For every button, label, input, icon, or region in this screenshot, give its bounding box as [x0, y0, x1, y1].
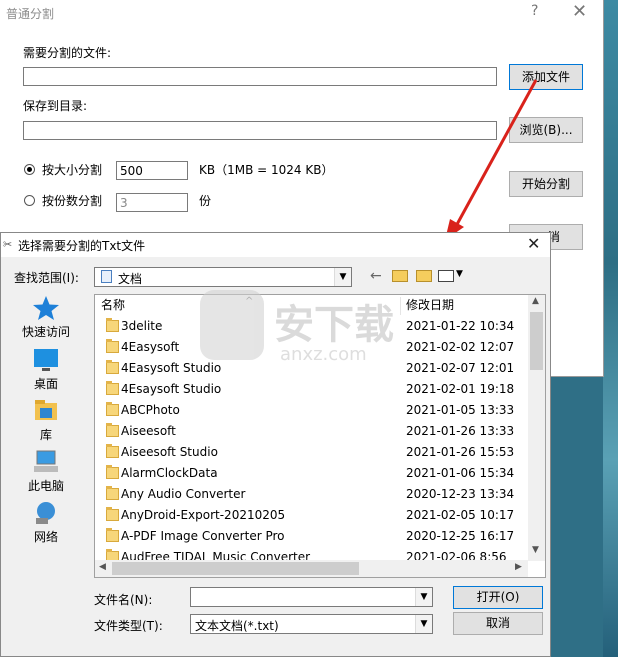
chevron-down-icon: ▼: [334, 268, 351, 286]
quick-access-star-icon: [33, 296, 59, 320]
folder-icon: [106, 423, 119, 437]
vertical-scrollbar[interactable]: ▲ ▼: [528, 295, 545, 561]
filetype-dropdown[interactable]: 文本文档(*.txt) ▼: [190, 614, 433, 634]
place-library[interactable]: 库: [9, 398, 83, 443]
library-icon: [35, 400, 57, 420]
filetype-label: 文件类型(T):: [94, 619, 163, 633]
file-date: 2021-01-06 15:34: [406, 466, 515, 480]
scroll-left-icon[interactable]: ◀: [99, 562, 106, 572]
vertical-scroll-thumb[interactable]: [530, 312, 543, 370]
file-row[interactable]: Aiseesoft Studio 2021-01-26 15:53: [95, 442, 527, 463]
new-folder-icon[interactable]: [416, 270, 432, 282]
place-label: 桌面: [33, 377, 58, 391]
view-menu-icon[interactable]: [438, 270, 454, 282]
folder-icon: [106, 360, 119, 374]
file-date: 2021-01-26 15:53: [406, 445, 515, 459]
scissors-icon: ✂: [3, 238, 13, 251]
horizontal-scroll-thumb[interactable]: [112, 562, 359, 575]
folder-icon: [106, 465, 119, 479]
lookin-label: 查找范围(I):: [14, 271, 79, 285]
file-date: 2021-01-05 13:33: [406, 403, 515, 417]
folder-icon: [106, 507, 119, 521]
place-this-pc[interactable]: 此电脑: [9, 449, 83, 494]
column-header-name[interactable]: 名称: [101, 295, 125, 315]
place-label: 网络: [33, 530, 58, 544]
scroll-down-icon[interactable]: ▼: [532, 545, 539, 555]
lookin-dropdown[interactable]: 文档 ▼: [94, 267, 352, 287]
folder-icon: [106, 339, 119, 353]
file-name: ABCPhoto: [121, 403, 180, 417]
watermark-sub: anxz.com: [280, 344, 367, 365]
dialog-title: 选择需要分割的Txt文件: [18, 239, 146, 253]
network-icon: [36, 502, 55, 524]
scroll-right-icon[interactable]: ▶: [515, 562, 522, 572]
file-date: 2020-12-23 13:34: [406, 487, 515, 501]
dialog-cancel-button[interactable]: 取消: [453, 612, 543, 635]
file-name: Aiseesoft Studio: [121, 445, 218, 459]
place-network[interactable]: 网络: [9, 500, 83, 545]
file-date: 2021-01-26 13:33: [406, 424, 515, 438]
file-date: 2020-12-25 16:17: [406, 529, 515, 543]
file-date: 2021-02-05 10:17: [406, 508, 515, 522]
file-row[interactable]: AnyDroid-Export-20210205 2021-02-05 10:17: [95, 505, 527, 526]
file-row[interactable]: 4Esaysoft Studio 2021-02-01 19:18: [95, 379, 527, 400]
open-button[interactable]: 打开(O): [453, 586, 543, 609]
place-label: 此电脑: [27, 479, 64, 493]
up-folder-icon[interactable]: [392, 270, 408, 282]
file-name: 4Esaysoft Studio: [121, 382, 222, 396]
file-date: 2021-02-01 19:18: [406, 382, 515, 396]
dialog-titlebar: ✂ 选择需要分割的Txt文件 ✕: [1, 233, 550, 257]
folder-icon: [106, 381, 119, 395]
file-name: Any Audio Converter: [121, 487, 246, 501]
file-name: 3delite: [121, 319, 163, 333]
shield-logo-icon: [200, 290, 264, 360]
folder-icon: [106, 528, 119, 542]
file-name: A-PDF Image Converter Pro: [121, 529, 285, 543]
this-pc-icon: [34, 450, 58, 472]
chevron-down-icon[interactable]: ▼: [415, 588, 432, 606]
site-watermark: 安下载 anxz.com: [200, 290, 430, 370]
back-arrow-icon[interactable]: ←: [370, 268, 382, 284]
file-row[interactable]: Aiseesoft 2021-01-26 13:33: [95, 421, 527, 442]
file-row[interactable]: A-PDF Image Converter Pro 2020-12-25 16:1…: [95, 526, 527, 547]
file-name: AnyDroid-Export-20210205: [121, 508, 286, 522]
desktop-icon: [34, 349, 58, 371]
file-row[interactable]: Any Audio Converter 2020-12-23 13:34: [95, 484, 527, 505]
file-name: Aiseesoft: [121, 424, 176, 438]
watermark-text: 安下载: [274, 302, 394, 348]
document-icon: [101, 270, 112, 283]
file-name: 4Easysoft: [121, 340, 180, 354]
folder-icon: [106, 444, 119, 458]
scroll-up-icon[interactable]: ▲: [532, 296, 539, 306]
folder-icon: [106, 318, 119, 332]
filename-label: 文件名(N):: [94, 593, 153, 607]
place-label: 快速访问: [21, 325, 70, 339]
place-quick-access[interactable]: 快速访问: [9, 295, 83, 340]
place-desktop[interactable]: 桌面: [9, 347, 83, 392]
folder-icon: [106, 402, 119, 416]
filetype-value: 文本文档(*.txt): [195, 619, 279, 633]
place-label: 库: [39, 428, 52, 442]
filename-input[interactable]: ▼: [190, 587, 433, 607]
folder-icon: [106, 486, 119, 500]
view-chevron-icon[interactable]: ▼: [456, 269, 463, 279]
file-row[interactable]: ABCPhoto 2021-01-05 13:33: [95, 400, 527, 421]
horizontal-scrollbar[interactable]: ◀ ▶: [95, 560, 528, 577]
file-name: AlarmClockData: [121, 466, 218, 480]
chevron-down-icon[interactable]: ▼: [415, 615, 432, 633]
file-row[interactable]: AlarmClockData 2021-01-06 15:34: [95, 463, 527, 484]
dialog-close-icon[interactable]: ✕: [527, 234, 540, 253]
lookin-value: 文档: [118, 272, 143, 286]
